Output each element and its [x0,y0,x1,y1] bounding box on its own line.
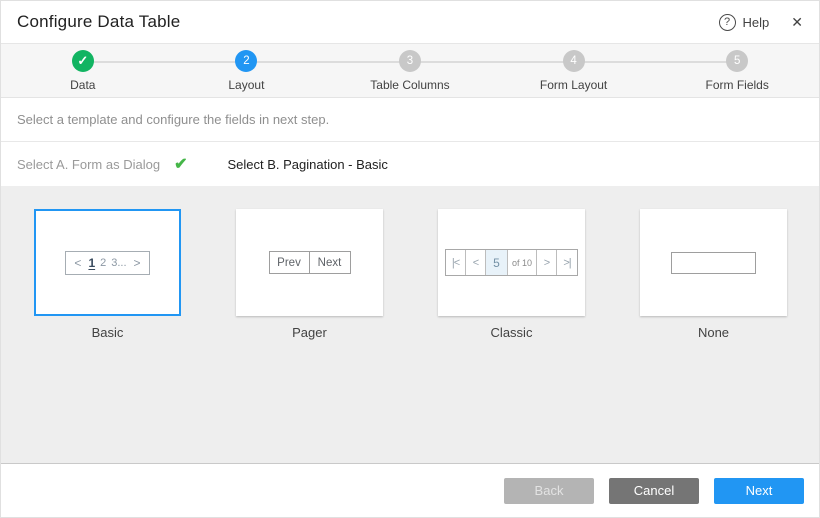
template-label-none: None [698,325,729,340]
next-page-icon: > [537,250,557,275]
page-1-current: 1 [88,256,95,270]
step-form-fields-circle[interactable]: 5 [726,50,748,72]
step-form-layout-circle[interactable]: 4 [563,50,585,72]
page-2: 2 [100,257,106,269]
step-table-columns-label: Table Columns [370,78,449,92]
template-label-basic: Basic [92,325,124,340]
template-card-none-preview[interactable] [640,209,787,316]
template-label-classic: Classic [491,325,533,340]
template-card-basic-preview[interactable]: < 1 2 3... > [34,209,181,316]
of-total-cell: of 10 [508,250,537,275]
next-chevron-icon: > [132,256,143,270]
step-layout-label: Layout [228,78,264,92]
next-button-preview: Next [310,252,350,273]
prev-button-preview: Prev [270,252,310,273]
dialog-footer: Back Cancel Next [1,463,819,517]
help-icon[interactable]: ? [719,14,736,31]
header-actions: ? Help ✕ [719,14,803,31]
template-gallery: < 1 2 3... > Basic Prev Next Pager [1,186,819,463]
step-layout[interactable]: 2 Layout [165,44,329,97]
last-page-icon: >| [557,250,577,275]
step-table-columns[interactable]: 3 Table Columns [328,44,492,97]
back-button[interactable]: Back [504,478,594,504]
prev-page-icon: < [466,250,486,275]
empty-pagination-preview [671,252,756,274]
template-card-classic-preview[interactable]: |< < 5 of 10 > >| [438,209,585,316]
step-data-label: Data [70,78,95,92]
first-page-icon: |< [446,250,466,275]
step-data[interactable]: ✓ Data [1,44,165,97]
step-table-columns-circle[interactable]: 3 [399,50,421,72]
close-icon[interactable]: ✕ [791,14,803,31]
step-form-layout[interactable]: 4 Form Layout [492,44,656,97]
page-3-ellipsis: 3... [111,257,126,269]
selection-row: Select A. Form as Dialog ✔ Select B. Pag… [1,142,819,186]
configure-data-table-dialog: Configure Data Table ? Help ✕ ✓ Data 2 L… [0,0,820,518]
step-form-layout-label: Form Layout [540,78,607,92]
template-card-none[interactable]: None [640,209,787,340]
help-link[interactable]: Help [743,15,770,30]
template-card-pager-preview[interactable]: Prev Next [236,209,383,316]
cancel-button[interactable]: Cancel [609,478,699,504]
template-label-pager: Pager [292,325,327,340]
dialog-title: Configure Data Table [17,12,180,32]
pager-pagination-preview: Prev Next [269,251,351,274]
step-form-fields-label: Form Fields [706,78,769,92]
template-card-classic[interactable]: |< < 5 of 10 > >| Classic [438,209,585,340]
template-card-pager[interactable]: Prev Next Pager [236,209,383,340]
step-layout-circle[interactable]: 2 [235,50,257,72]
prev-chevron-icon: < [72,256,83,270]
next-button[interactable]: Next [714,478,804,504]
select-a-label: Select A. Form as Dialog [17,157,160,172]
select-b-label: Select B. Pagination - Basic [227,157,387,172]
classic-pagination-preview: |< < 5 of 10 > >| [445,249,578,276]
basic-pagination-preview: < 1 2 3... > [65,251,150,275]
step-data-check-icon[interactable]: ✓ [72,50,94,72]
step-form-fields[interactable]: 5 Form Fields [655,44,819,97]
hint-text: Select a template and configure the fiel… [17,112,329,127]
template-card-basic[interactable]: < 1 2 3... > Basic [34,209,181,340]
hint-row: Select a template and configure the fiel… [1,98,819,142]
dialog-header: Configure Data Table ? Help ✕ [1,1,819,44]
check-icon: ✔ [174,154,187,174]
current-page-cell: 5 [486,250,508,275]
wizard-stepper: ✓ Data 2 Layout 3 Table Columns 4 Form L… [1,44,819,98]
